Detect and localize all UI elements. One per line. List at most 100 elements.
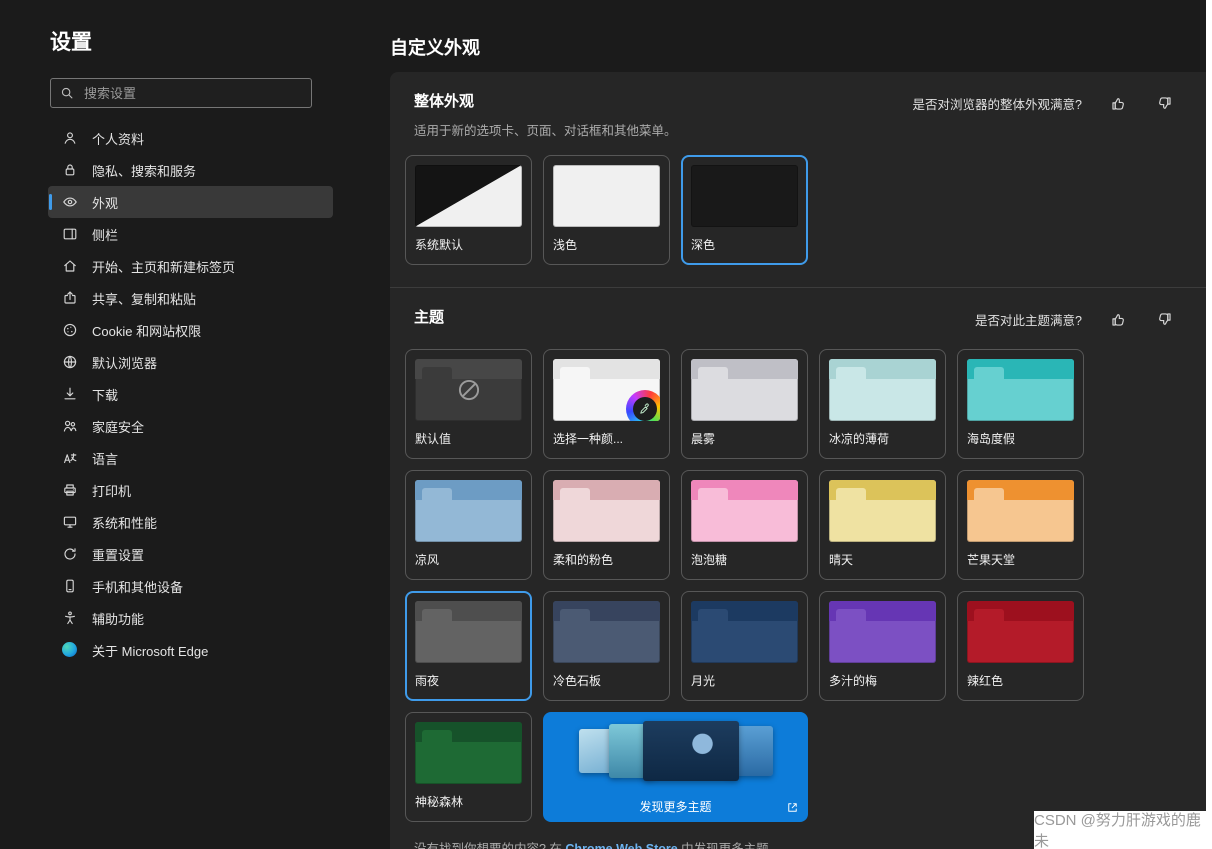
theme-card-label: 晴天 (829, 551, 936, 568)
sidebar-item-accessibility[interactable]: 辅助功能 (48, 602, 333, 634)
sidebar-nav: 个人资料隐私、搜索和服务外观侧栏开始、主页和新建标签页共享、复制和粘贴 Cooki… (48, 122, 333, 666)
theme-card[interactable]: 柔和的粉色 (543, 470, 670, 580)
thumbs-down-button[interactable] (1156, 311, 1174, 329)
theme-card[interactable]: 凉风 (405, 470, 532, 580)
theme-card[interactable]: 海岛度假 (957, 349, 1084, 459)
theme-thumbnail-toolbar (691, 601, 798, 621)
footer-suffix: 中发现更多主题。 (678, 842, 781, 849)
theme-card-label: 冷色石板 (553, 672, 660, 689)
sidebar-item-downloads[interactable]: 下载 (48, 378, 333, 410)
overall-appearance-section-head: 整体外观 适用于新的选项卡、页面、对话框和其他菜单。 是否对浏览器的整体外观满意… (390, 72, 1206, 139)
theme-thumbnail (553, 480, 660, 542)
thumbs-up-button[interactable] (1110, 311, 1128, 329)
theme-card[interactable]: 月光 (681, 591, 808, 701)
sidebar-item-languages[interactable]: 语言 (48, 442, 333, 474)
settings-sidebar: 设置 个人资料隐私、搜索和服务外观侧栏开始、主页和新建标签页共享、复制和粘贴 Co… (0, 0, 345, 849)
overall-option-thumbnail (553, 165, 660, 227)
theme-thumbnail-tab (560, 488, 590, 500)
theme-card-label: 海岛度假 (967, 430, 1074, 447)
performance-icon (62, 514, 78, 530)
search-input[interactable] (82, 85, 302, 102)
theme-card-label: 冰凉的薄荷 (829, 430, 936, 447)
theme-thumbnail-tab (560, 609, 590, 621)
theme-card-label: 选择一种颜... (553, 430, 660, 447)
settings-search-box[interactable] (50, 78, 312, 108)
theme-card[interactable]: 雨夜 (405, 591, 532, 701)
theme-feedback-question: 是否对此主题满意? (975, 310, 1082, 329)
sidebar-item-label: 外观 (92, 193, 118, 212)
sidebar-item-appearance[interactable]: 外观 (48, 186, 333, 218)
sidebar-item-cookies-permissions[interactable]: Cookie 和网站权限 (48, 314, 333, 346)
theme-card[interactable]: 冰凉的薄荷 (819, 349, 946, 459)
chrome-web-store-link[interactable]: Chrome Web Store (565, 842, 677, 849)
theme-thumbnail-toolbar (415, 480, 522, 500)
language-icon (62, 450, 78, 466)
theme-card-default[interactable]: 默认值 (405, 349, 532, 459)
lock-icon (62, 162, 78, 178)
theme-card-label: 神秘森林 (415, 793, 522, 810)
theme-thumbnail (829, 480, 936, 542)
overall-appearance-heading: 整体外观 (414, 90, 677, 111)
discover-more-themes-banner[interactable]: 发现更多主题 (543, 712, 808, 822)
appearance-panel: 整体外观 适用于新的选项卡、页面、对话框和其他菜单。 是否对浏览器的整体外观满意… (390, 72, 1206, 849)
themes-heading: 主题 (414, 306, 444, 327)
sidebar-item-share-copy-paste[interactable]: 共享、复制和粘贴 (48, 282, 333, 314)
theme-thumbnail-toolbar (415, 601, 522, 621)
sidebar-item-system-performance[interactable]: 系统和性能 (48, 506, 333, 538)
sidebar-item-label: 家庭安全 (92, 417, 144, 436)
sidebar-item-phone-devices[interactable]: 手机和其他设备 (48, 570, 333, 602)
theme-thumbnail-tab (698, 488, 728, 500)
theme-card[interactable]: 晨雾 (681, 349, 808, 459)
sidebar-item-reset-settings[interactable]: 重置设置 (48, 538, 333, 570)
theme-thumbnail-tab (974, 367, 1004, 379)
share-icon (62, 290, 78, 306)
theme-card[interactable]: 芒果天堂 (957, 470, 1084, 580)
settings-title: 设置 (50, 26, 345, 56)
sidebar-item-family-safety[interactable]: 家庭安全 (48, 410, 333, 442)
sidebar-item-about-edge[interactable]: 关于 Microsoft Edge (48, 634, 333, 666)
thumbs-down-button[interactable] (1156, 95, 1174, 113)
theme-card[interactable]: 冷色石板 (543, 591, 670, 701)
theme-feedback: 是否对此主题满意? (975, 310, 1174, 329)
sidebar-item-printers[interactable]: 打印机 (48, 474, 333, 506)
theme-card-color-picker[interactable]: 选择一种颜... (543, 349, 670, 459)
theme-thumbnail-toolbar (829, 601, 936, 621)
theme-card[interactable]: 泡泡糖 (681, 470, 808, 580)
theme-thumbnail-toolbar (967, 359, 1074, 379)
theme-thumbnail-tab (836, 609, 866, 621)
overall-option-label: 系统默认 (415, 236, 522, 253)
theme-thumbnail-tab (698, 609, 728, 621)
sidebar-item-label: 系统和性能 (92, 513, 157, 532)
sidebar-item-label: 语言 (92, 449, 118, 468)
sidebar-item-sidebar[interactable]: 侧栏 (48, 218, 333, 250)
sidebar-item-start-home-newtab[interactable]: 开始、主页和新建标签页 (48, 250, 333, 282)
theme-thumbnail-tab (422, 488, 452, 500)
theme-thumbnail (415, 601, 522, 663)
sidebar-item-privacy[interactable]: 隐私、搜索和服务 (48, 154, 333, 186)
person-icon (62, 130, 78, 146)
theme-thumbnail-toolbar (829, 359, 936, 379)
theme-card[interactable]: 晴天 (819, 470, 946, 580)
cookie-icon (62, 322, 78, 338)
overall-option-system[interactable]: 系统默认 (405, 155, 532, 265)
thumbs-up-button[interactable] (1110, 95, 1128, 113)
theme-preview-image (643, 721, 739, 781)
sidebar-item-profile[interactable]: 个人资料 (48, 122, 333, 154)
themes-grid: 默认值选择一种颜... 晨雾冰凉的薄荷 海岛度假凉风 柔和的粉色泡泡糖 晴天 芒果天堂雨夜… (405, 349, 1206, 822)
watermark: CSDN @努力肝游戏的鹿未 (1034, 809, 1206, 849)
theme-card[interactable]: 辣红色 (957, 591, 1084, 701)
theme-card[interactable]: 神秘森林 (405, 712, 532, 822)
theme-thumbnail-toolbar (415, 722, 522, 742)
theme-card-label: 雨夜 (415, 672, 522, 689)
theme-thumbnail (829, 601, 936, 663)
overall-option-dark[interactable]: 深色 (681, 155, 808, 265)
theme-card-label: 辣红色 (967, 672, 1074, 689)
overall-option-light[interactable]: 浅色 (543, 155, 670, 265)
family-icon (62, 418, 78, 434)
sidebar-item-default-browser[interactable]: 默认浏览器 (48, 346, 333, 378)
theme-card-label: 凉风 (415, 551, 522, 568)
sidebar-item-label: 共享、复制和粘贴 (92, 289, 196, 308)
overall-option-thumbnail (415, 165, 522, 227)
theme-card-label: 泡泡糖 (691, 551, 798, 568)
theme-card[interactable]: 多汁的梅 (819, 591, 946, 701)
